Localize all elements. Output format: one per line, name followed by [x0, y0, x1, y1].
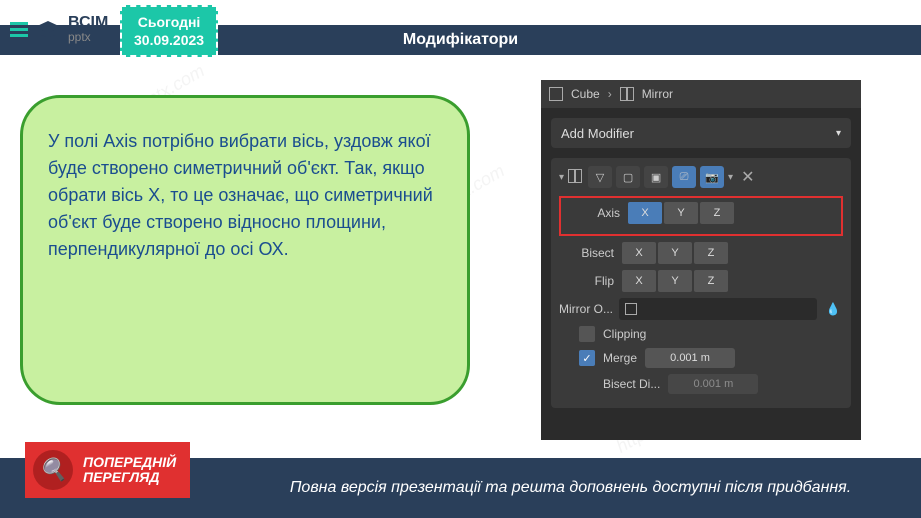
realtime-icon[interactable]: ⎚	[672, 166, 696, 188]
render-icon[interactable]: 📷	[700, 166, 724, 188]
breadcrumb-object[interactable]: Cube	[571, 87, 600, 101]
preview-line2: ПЕРЕГЛЯД	[83, 470, 176, 485]
blender-modifier-panel: Cube › Mirror Add Modifier ▾ ▾ ▽ ▢ ▣ ⎚ 📷…	[541, 80, 861, 440]
object-icon	[625, 303, 637, 315]
explanation-text: У полі Axis потрібно вибрати вісь, уздов…	[48, 128, 442, 263]
axis-x-button[interactable]: X	[628, 202, 662, 224]
bisect-y-button[interactable]: Y	[658, 242, 692, 264]
bisect-dist-label: Bisect Di...	[603, 377, 660, 391]
merge-label: Merge	[603, 351, 637, 365]
add-modifier-label: Add Modifier	[561, 126, 634, 141]
eyedropper-icon[interactable]: 💧	[823, 299, 843, 319]
extras-chevron-icon[interactable]: ▾	[728, 172, 733, 183]
edit-mode-icon[interactable]: ▢	[616, 166, 640, 188]
merge-value-field[interactable]: 0.001 m	[645, 348, 735, 368]
logo-main-text: ВСІМ	[68, 15, 108, 31]
date-label: Сьогодні	[134, 13, 204, 31]
bisect-x-button[interactable]: X	[622, 242, 656, 264]
flip-x-button[interactable]: X	[622, 270, 656, 292]
logo: ВСІМ pptx	[10, 15, 108, 43]
modifier-body: ▾ ▽ ▢ ▣ ⎚ 📷 ▾ ✕ Axis X Y Z Bisect X	[551, 158, 851, 408]
cube-icon	[549, 87, 563, 101]
logo-lines-icon	[10, 22, 28, 37]
date-value: 30.09.2023	[134, 31, 204, 49]
logo-sub-text: pptx	[68, 31, 108, 43]
breadcrumb-modifier[interactable]: Mirror	[642, 87, 673, 101]
mirror-object-label: Mirror O...	[559, 302, 613, 316]
magnifier-circle: 🔍	[33, 450, 73, 490]
lamp-icon[interactable]: ▽	[588, 166, 612, 188]
clipping-label: Clipping	[603, 327, 646, 341]
bisect-z-button[interactable]: Z	[694, 242, 728, 264]
bisect-dist-value-field[interactable]: 0.001 m	[668, 374, 758, 394]
footer-text: Повна версія презентації та решта доповн…	[290, 478, 851, 499]
bisect-label: Bisect	[559, 246, 614, 260]
chevron-down-icon: ▾	[836, 128, 841, 139]
mirror-small-icon	[568, 169, 584, 185]
axis-highlight-box: Axis X Y Z	[559, 196, 843, 236]
close-icon[interactable]: ✕	[741, 167, 754, 187]
flip-z-button[interactable]: Z	[694, 270, 728, 292]
page-title: Модифікатори	[403, 31, 518, 49]
date-badge: Сьогодні 30.09.2023	[120, 5, 218, 57]
axis-label: Axis	[565, 206, 620, 220]
flip-label: Flip	[559, 274, 614, 288]
flip-y-button[interactable]: Y	[658, 270, 692, 292]
merge-checkbox[interactable]: ✓	[579, 350, 595, 366]
panel-breadcrumb: Cube › Mirror	[541, 80, 861, 108]
graduation-cap-icon	[33, 19, 63, 39]
mirror-icon	[620, 87, 634, 101]
mirror-object-field[interactable]	[619, 298, 817, 320]
explanation-box: У полі Axis потрібно вибрати вісь, уздов…	[20, 95, 470, 405]
clipping-checkbox[interactable]	[579, 326, 595, 342]
preview-line1: ПОПЕРЕДНІЙ	[83, 455, 176, 470]
axis-z-button[interactable]: Z	[700, 202, 734, 224]
collapse-icon[interactable]: ▾	[559, 172, 564, 183]
preview-badge: 🔍 ПОПЕРЕДНІЙ ПЕРЕГЛЯД	[25, 442, 190, 498]
chevron-right-icon: ›	[608, 87, 612, 101]
add-modifier-dropdown[interactable]: Add Modifier ▾	[551, 118, 851, 148]
axis-y-button[interactable]: Y	[664, 202, 698, 224]
magnifier-icon: 🔍	[39, 457, 66, 483]
cage-icon[interactable]: ▣	[644, 166, 668, 188]
